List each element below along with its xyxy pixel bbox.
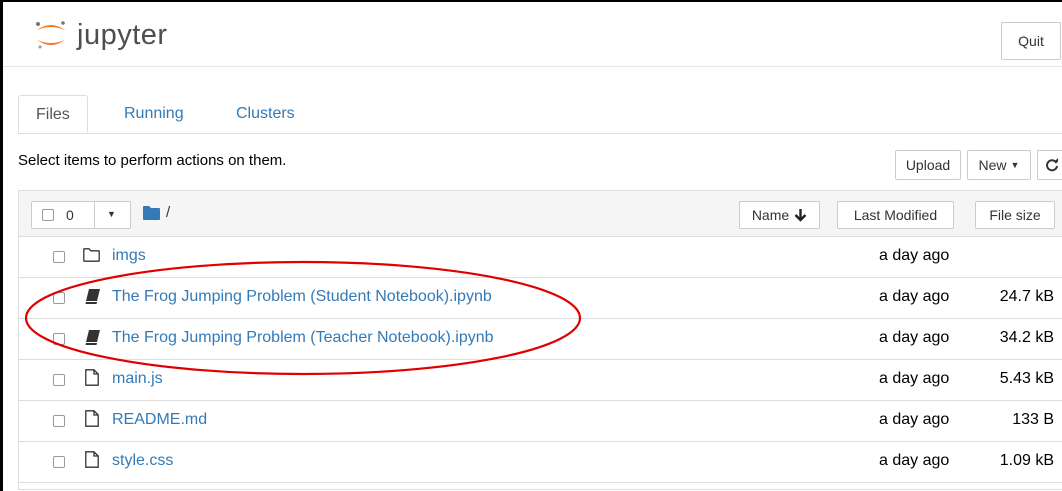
new-dropdown-button[interactable]: New ▼ (967, 150, 1031, 180)
select-all-checkbox[interactable] (42, 209, 54, 221)
sort-file-size-button[interactable]: File size (975, 201, 1055, 229)
logo-text: jupyter (77, 19, 168, 51)
item-last-modified: a day ago (879, 247, 950, 264)
list-item[interactable]: The Frog Jumping Problem (Student Notebo… (19, 278, 1062, 319)
caret-down-icon: ▼ (1010, 160, 1020, 170)
quit-button[interactable]: Quit (1001, 22, 1061, 60)
folder-outline-icon (83, 248, 100, 262)
divider (94, 202, 95, 228)
file-list-header: 0 ▼ / Name Last Modified File size (19, 191, 1062, 237)
item-name-link[interactable]: The Frog Jumping Problem (Teacher Notebo… (112, 329, 494, 347)
item-file-size: 1.09 kB (999, 452, 1054, 469)
item-checkbox[interactable] (53, 292, 65, 304)
tab-files[interactable]: Files (18, 95, 88, 133)
list-item[interactable]: main.js a day ago 5.43 kB (19, 360, 1062, 401)
new-label: New (978, 157, 1007, 173)
select-all-dropdown[interactable]: 0 ▼ (31, 201, 131, 229)
item-checkbox[interactable] (53, 415, 65, 427)
arrow-down-icon (794, 208, 807, 222)
sort-name-label: Name (751, 207, 790, 223)
list-item[interactable]: imgs a day ago (19, 237, 1062, 278)
file-list: 0 ▼ / Name Last Modified File size imgs … (18, 190, 1062, 490)
item-checkbox[interactable] (53, 251, 65, 263)
instructions-text: Select items to perform actions on them. (18, 152, 287, 169)
item-file-size: 5.43 kB (999, 370, 1054, 387)
item-last-modified: a day ago (879, 411, 950, 428)
selected-count: 0 (66, 207, 74, 223)
notebook-icon (85, 289, 100, 304)
item-name-link[interactable]: The Frog Jumping Problem (Student Notebo… (112, 288, 492, 306)
item-name-link[interactable]: style.css (112, 452, 173, 470)
item-name-link[interactable]: imgs (112, 247, 146, 265)
item-last-modified: a day ago (879, 452, 950, 469)
header-bar: jupyter Quit (3, 2, 1062, 67)
list-item[interactable]: README.md a day ago 133 B (19, 401, 1062, 442)
file-icon (85, 369, 99, 386)
file-icon (85, 410, 99, 427)
item-file-size: 34.2 kB (999, 329, 1054, 346)
tab-bar: Files Running Clusters (18, 95, 1062, 134)
breadcrumb-root[interactable]: / (166, 204, 170, 221)
jupyter-logo[interactable]: jupyter (33, 20, 168, 50)
item-last-modified: a day ago (879, 370, 950, 387)
upload-button[interactable]: Upload (895, 150, 961, 180)
item-checkbox[interactable] (53, 456, 65, 468)
tab-running[interactable]: Running (124, 95, 184, 133)
item-checkbox[interactable] (53, 333, 65, 345)
list-item[interactable]: style.css a day ago 1.09 kB (19, 442, 1062, 483)
item-file-size: 24.7 kB (999, 288, 1054, 305)
item-last-modified: a day ago (879, 288, 950, 305)
item-name-link[interactable]: README.md (112, 411, 207, 429)
jupyter-logo-icon (36, 21, 65, 49)
sort-last-modified-button[interactable]: Last Modified (837, 201, 954, 229)
list-item[interactable]: The Frog Jumping Problem (Teacher Notebo… (19, 319, 1062, 360)
tab-clusters[interactable]: Clusters (236, 95, 295, 133)
item-checkbox[interactable] (53, 374, 65, 386)
sort-name-button[interactable]: Name (739, 201, 820, 229)
file-icon (85, 451, 99, 468)
item-file-size: 133 B (1012, 411, 1054, 428)
refresh-icon (1046, 158, 1058, 172)
refresh-button[interactable] (1037, 150, 1062, 180)
caret-down-icon: ▼ (107, 209, 116, 219)
folder-icon[interactable] (143, 206, 160, 220)
item-name-link[interactable]: main.js (112, 370, 163, 388)
notebook-icon (85, 330, 100, 345)
item-last-modified: a day ago (879, 329, 950, 346)
